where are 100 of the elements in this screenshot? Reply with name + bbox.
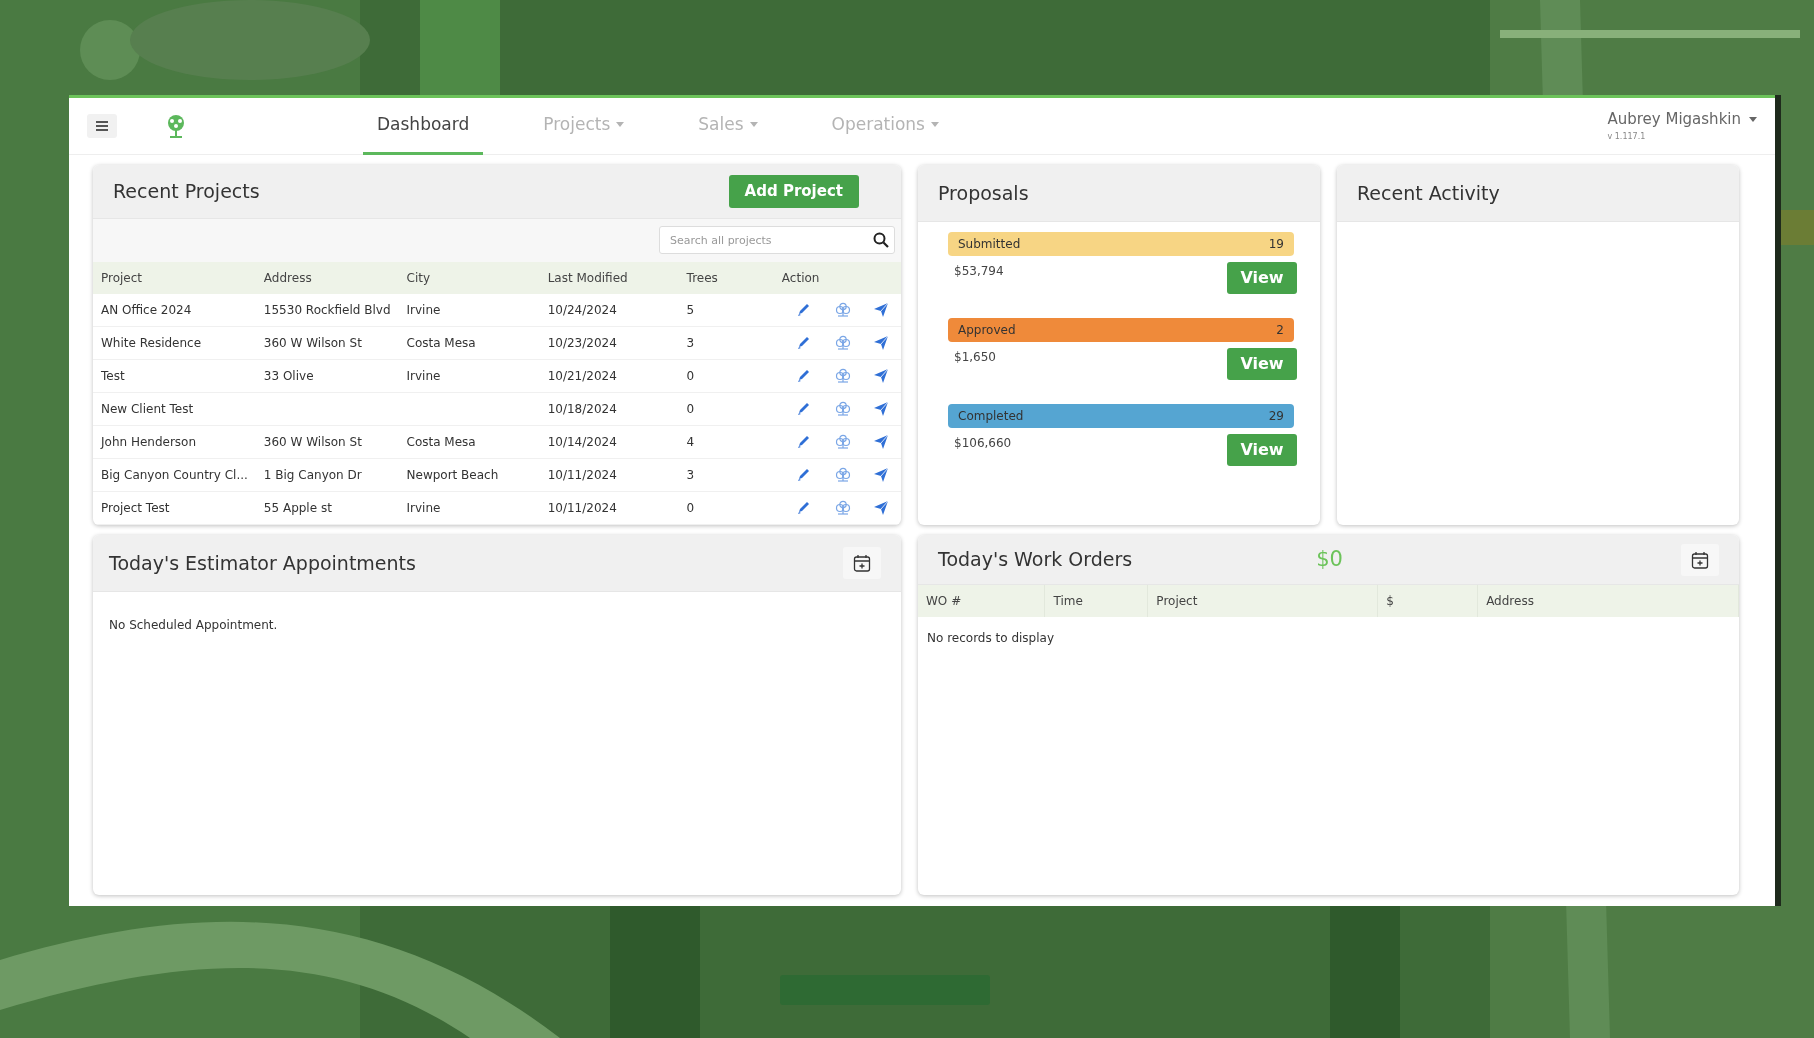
amount-text: $53,794: [954, 263, 1004, 280]
nav-tab[interactable]: Operations: [817, 97, 953, 155]
table-cell: Irvine: [398, 359, 540, 393]
column-header: Address: [255, 261, 399, 294]
nav-tab[interactable]: Dashboard: [363, 97, 484, 155]
table-cell: 3: [678, 458, 774, 492]
column-header: Trees: [678, 261, 774, 294]
trees-icon: [835, 434, 851, 450]
amount-text: $106,660: [954, 435, 1012, 452]
column-header: WO #: [918, 585, 1045, 617]
user-menu[interactable]: Aubrey Migashkin: [1607, 108, 1757, 131]
trees-icon: [835, 467, 851, 483]
send-button[interactable]: [873, 401, 889, 417]
table-cell: Costa Mesa: [398, 425, 540, 459]
trees-icon: [835, 301, 851, 318]
status-count: 2: [1276, 322, 1284, 339]
paper-plane-icon: [873, 500, 889, 516]
table-cell: 10/23/2024: [539, 326, 679, 360]
paper-plane-icon: [873, 335, 889, 351]
column-header: Project: [93, 261, 256, 294]
send-button[interactable]: [873, 467, 889, 483]
table-cell: 15530 Rockfield Blvd: [255, 293, 399, 327]
table-cell: Project Test: [93, 491, 256, 525]
table-cell: Irvine: [398, 293, 540, 327]
calendar-add-icon: [853, 554, 871, 572]
column-header: City: [398, 261, 540, 294]
trees-icon: [835, 335, 851, 351]
empty-message: No records to display: [926, 630, 1055, 647]
table-cell: 33 Olive: [255, 359, 399, 393]
table-cell: 0: [678, 392, 774, 426]
empty-message: No Scheduled Appointment.: [108, 617, 279, 634]
trees-button[interactable]: [835, 368, 851, 384]
card-title: Recent Projects: [113, 179, 260, 205]
amount-text: $1,650: [954, 349, 996, 366]
trees-button[interactable]: [835, 500, 851, 516]
paper-plane-icon: [873, 401, 889, 417]
card-title: Recent Activity: [1357, 180, 1500, 206]
table-cell: White Residence: [93, 326, 256, 360]
trees-button[interactable]: [835, 335, 851, 351]
card-title: Proposals: [938, 180, 1029, 206]
nav-tab[interactable]: Sales: [684, 97, 772, 155]
table-cell: Irvine: [398, 491, 540, 525]
nav-tab[interactable]: Projects: [529, 97, 639, 155]
view-button[interactable]: View: [1227, 434, 1297, 466]
table-cell: 10/24/2024: [539, 293, 679, 327]
column-header: Time: [1044, 585, 1148, 617]
trees-button[interactable]: [835, 434, 851, 450]
add-project-button[interactable]: Add Project: [728, 175, 859, 208]
menu-icon: [96, 121, 108, 131]
add-work-order-button[interactable]: [1681, 543, 1719, 576]
table-cell: 10/14/2024: [539, 425, 679, 459]
send-button[interactable]: [873, 500, 889, 516]
status-count: 29: [1268, 408, 1284, 425]
send-button[interactable]: [873, 301, 889, 318]
trees-button[interactable]: [835, 301, 851, 318]
table-cell: 10/18/2024: [539, 392, 679, 426]
version-text: v 1.117.1: [1607, 130, 1647, 143]
send-button[interactable]: [873, 368, 889, 384]
trees-icon: [835, 401, 851, 417]
column-header: Address: [1477, 585, 1739, 617]
table-cell: 0: [678, 359, 774, 393]
view-button[interactable]: View: [1227, 348, 1297, 380]
status-count: 19: [1268, 236, 1284, 253]
trees-button[interactable]: [835, 467, 851, 483]
send-button[interactable]: [873, 335, 889, 351]
menu-button[interactable]: [87, 114, 117, 138]
table-cell: 1 Big Canyon Dr: [255, 458, 399, 492]
table-cell: 360 W Wilson St: [255, 425, 399, 459]
table-cell: 10/21/2024: [539, 359, 679, 393]
paper-plane-icon: [873, 467, 889, 483]
table-cell: 10/11/2024: [539, 491, 679, 525]
paper-plane-icon: [873, 368, 889, 384]
table-cell: Newport Beach: [398, 458, 540, 492]
table-cell: 360 W Wilson St: [255, 326, 399, 360]
table-cell: 5: [678, 293, 774, 327]
search-icon: [873, 232, 889, 249]
total-amount: $0: [1316, 545, 1343, 573]
view-button[interactable]: View: [1227, 262, 1297, 294]
table-cell: Test: [93, 359, 256, 393]
tree-logo-icon: [165, 114, 187, 138]
status-label: Submitted: [958, 236, 1021, 253]
search-field[interactable]: Search all projects: [659, 226, 895, 255]
table-cell: 55 Apple st: [255, 491, 399, 525]
calendar-add-icon: [1691, 550, 1709, 569]
trees-button[interactable]: [835, 401, 851, 417]
column-header: Project: [1147, 585, 1378, 617]
table-cell: 3: [678, 326, 774, 360]
send-button[interactable]: [873, 434, 889, 450]
status-label: Completed: [958, 408, 1024, 425]
column-header: Action: [773, 261, 901, 294]
table-cell: 4: [678, 425, 774, 459]
column-header: Last Modified: [539, 261, 679, 294]
table-cell: Big Canyon Country Cl...: [93, 458, 256, 492]
table-cell: Costa Mesa: [398, 326, 540, 360]
paper-plane-icon: [873, 301, 889, 318]
card-title: Today's Estimator Appointments: [109, 550, 416, 576]
add-appointment-button[interactable]: [843, 547, 881, 579]
paper-plane-icon: [873, 434, 889, 450]
table-cell: 0: [678, 491, 774, 525]
card-title: Today's Work Orders: [938, 547, 1133, 573]
